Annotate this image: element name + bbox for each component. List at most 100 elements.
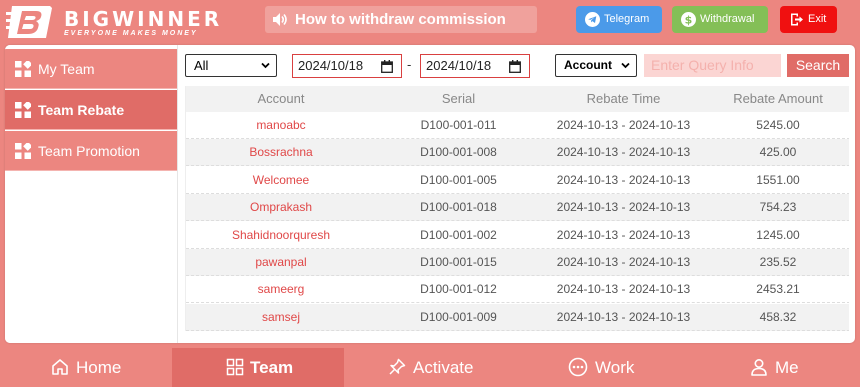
table-header: Account Serial Rebate Time Rebate Amount [186, 86, 849, 112]
sidebar-item-label: Team Rebate [38, 102, 125, 118]
exit-button[interactable]: Exit [780, 6, 837, 33]
serial-cell: D100-001-008 [420, 145, 497, 160]
nav-team[interactable]: Team [172, 348, 344, 387]
grid-icon [15, 143, 31, 159]
table-row: sameerg D100-001-012 2024-10-13 - 2024-10-… [186, 276, 849, 304]
date-from-value: 2024/10/18 [298, 58, 364, 73]
rebate-amount-cell: 458.32 [759, 309, 797, 324]
serial-cell: D100-001-018 [420, 200, 497, 215]
serial-cell: D100-001-002 [420, 227, 497, 242]
column-header: Rebate Amount [733, 91, 823, 106]
column-header: Rebate Time [586, 91, 661, 106]
rebate-time-cell: 2024-10-13 - 2024-10-13 [556, 227, 691, 242]
search-button[interactable]: Search [787, 54, 849, 77]
account-cell[interactable]: manoabc [186, 112, 376, 139]
table-row: Omprakash D100-001-018 2024-10-13 - 2024-1… [186, 194, 849, 222]
chevron-down-icon [621, 62, 630, 69]
svg-text:$: $ [685, 14, 693, 27]
brand-tagline: EVERYONE MAKES MONEY [64, 30, 198, 37]
date-from-field[interactable]: 2024/10/18 [292, 54, 402, 78]
rebate-time-cell: 2024-10-13 - 2024-10-13 [556, 282, 691, 297]
nav-label: Home [76, 358, 122, 377]
date-to-value: 2024/10/18 [426, 58, 492, 73]
column-header: Account [257, 91, 305, 106]
account-cell[interactable]: Shahidnoorquresh [186, 222, 376, 249]
table-row: Shahidnoorquresh D100-001-002 2024-10-13 -… [186, 222, 849, 249]
rebate-time-cell: 2024-10-13 - 2024-10-13 [556, 145, 691, 160]
dots-circle-icon [568, 357, 588, 377]
rebate-amount-cell: 1551.00 [756, 172, 800, 187]
bigwinner-logo-icon [6, 6, 52, 38]
account-cell[interactable]: Omprakash [186, 194, 376, 221]
nav-home[interactable]: Home [0, 348, 172, 387]
rebate-amount-cell: 425.00 [759, 145, 797, 160]
nav-label: Work [595, 358, 635, 377]
query-input[interactable]: Enter Query Info [644, 54, 781, 77]
sidebar-item-my-team[interactable]: My Team [5, 49, 177, 89]
table-row: pawanpal D100-001-015 2024-10-13 - 2024-10… [186, 249, 849, 276]
home-icon [52, 359, 68, 375]
filter-bar: All 2024/10/18 - 2024/10/18 Account Ente… [185, 54, 855, 78]
sidebar-item-team-promotion[interactable]: Team Promotion [5, 131, 177, 171]
range-select-value: All [194, 58, 209, 73]
range-select[interactable]: All [185, 54, 277, 77]
sidebar-item-label: My Team [38, 61, 95, 77]
top-header: BIGWINNER EVERYONE MAKES MONEY How to wi… [0, 0, 860, 44]
serial-cell: D100-001-009 [420, 309, 497, 324]
table-row: samsej D100-001-009 2024-10-13 - 2024-10-1… [186, 303, 849, 331]
rebate-table: Account Serial Rebate Time Rebate Amount… [185, 86, 849, 331]
grid-icon [15, 102, 31, 118]
field-select-value: Account [564, 58, 612, 72]
grid-icon [15, 61, 31, 77]
nav-activate[interactable]: Activate [344, 348, 516, 387]
account-cell[interactable]: Bossrachna [186, 139, 376, 166]
account-cell[interactable]: pawanpal [186, 249, 376, 276]
field-select[interactable]: Account [555, 54, 637, 77]
nav-me[interactable]: Me [688, 348, 860, 387]
notice-text: How to withdraw commission [295, 11, 506, 28]
serial-cell: D100-001-011 [420, 118, 497, 132]
sidebar-item-team-rebate[interactable]: Team Rebate [5, 90, 177, 130]
calendar-icon[interactable] [509, 60, 521, 73]
serial-cell: D100-001-005 [420, 172, 497, 187]
rebate-time-cell: 2024-10-13 - 2024-10-13 [556, 172, 691, 187]
rebate-amount-cell: 1245.00 [756, 227, 800, 242]
exit-label: Exit [808, 13, 827, 25]
rebate-amount-cell: 754.23 [759, 200, 797, 215]
brand-name: BIGWINNER [64, 7, 223, 31]
date-to-field[interactable]: 2024/10/18 [420, 54, 530, 78]
rebate-amount-cell: 235.52 [759, 255, 797, 269]
account-cell[interactable]: samsej [186, 304, 376, 331]
sidebar: My Team Team Rebate Team Promotion [5, 45, 178, 343]
date-separator: - [407, 57, 412, 72]
account-cell[interactable]: sameerg [186, 276, 376, 303]
brand-logo[interactable]: BIGWINNER EVERYONE MAKES MONEY [6, 4, 219, 40]
column-header: Serial [441, 91, 476, 106]
telegram-label: Telegram [604, 13, 650, 25]
telegram-button[interactable]: Telegram [576, 6, 662, 33]
rebate-time-cell: 2024-10-13 - 2024-10-13 [556, 118, 691, 132]
table-row: manoabc D100-001-011 2024-10-13 - 2024-10-… [186, 112, 849, 139]
main-panel: My Team Team Rebate Team Promotion All 2… [5, 45, 855, 343]
query-placeholder: Enter Query Info [651, 57, 754, 73]
sidebar-item-label: Team Promotion [38, 143, 140, 159]
notice-banner[interactable]: How to withdraw commission [265, 6, 537, 33]
rebate-time-cell: 2024-10-13 - 2024-10-13 [556, 309, 691, 324]
rebate-time-cell: 2024-10-13 - 2024-10-13 [556, 200, 691, 215]
calendar-icon[interactable] [381, 60, 393, 73]
nav-work[interactable]: Work [516, 348, 688, 387]
serial-cell: D100-001-012 [420, 282, 497, 297]
account-cell[interactable]: Welcomee [186, 167, 376, 194]
bottom-nav: Home Team Activate Work Me [0, 348, 860, 387]
speaker-icon [273, 13, 287, 26]
user-icon [751, 358, 767, 376]
withdrawal-label: Withdrawal [700, 13, 755, 25]
table-row: Welcomee D100-001-005 2024-10-13 - 2024-10… [186, 167, 849, 194]
serial-cell: D100-001-015 [420, 255, 497, 269]
exit-icon [791, 13, 803, 26]
grid-icon [226, 358, 244, 376]
pin-icon [389, 358, 406, 375]
nav-label: Me [775, 358, 799, 377]
withdrawal-button[interactable]: $ Withdrawal [672, 6, 768, 33]
chevron-down-icon [261, 62, 270, 69]
